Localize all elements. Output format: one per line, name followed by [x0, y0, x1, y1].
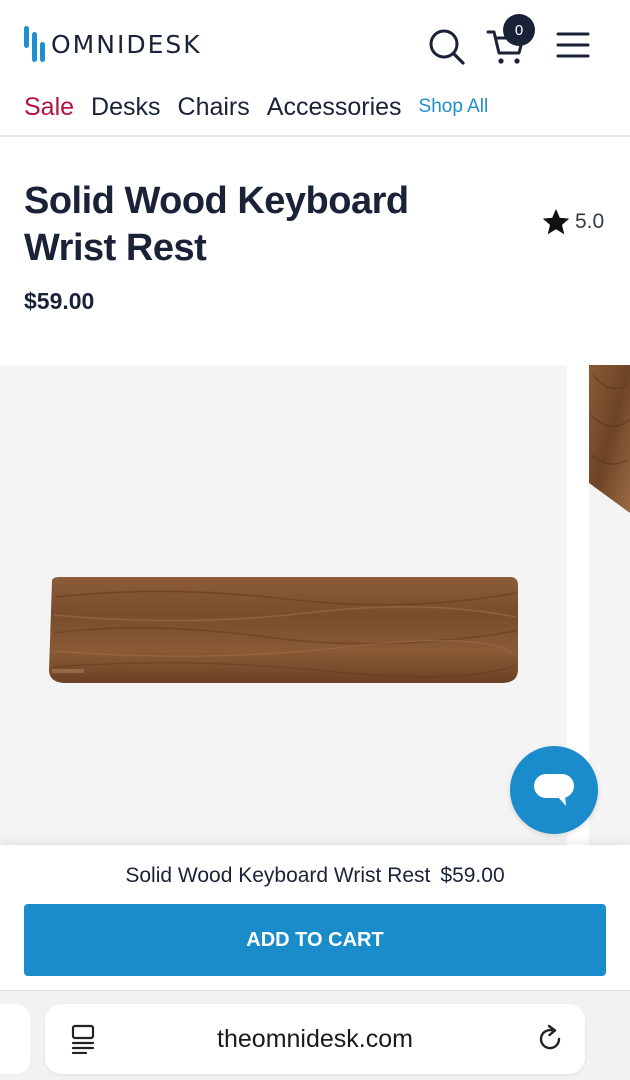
chat-bubble-icon [534, 774, 574, 806]
logo-text: OMNIDESK [51, 29, 202, 59]
omnidesk-logo[interactable]: OMNIDESK [24, 26, 202, 62]
logo-mark-icon [24, 26, 45, 62]
nav-shop-all[interactable]: Shop All [419, 96, 489, 118]
wrist-rest-product-image [49, 577, 518, 683]
category-nav: Sale Desks Chairs Accessories Shop All [24, 88, 488, 126]
reload-icon[interactable] [535, 1024, 565, 1054]
sticky-product-summary: Solid Wood Keyboard Wrist Rest $59.00 [0, 864, 630, 888]
rating-value: 5.0 [575, 210, 605, 233]
search-icon [429, 29, 465, 65]
nav-accessories[interactable]: Accessories [267, 93, 402, 122]
add-to-cart-button[interactable]: ADD TO CART [24, 904, 606, 976]
nav-sale[interactable]: Sale [24, 93, 74, 122]
sticky-product-name: Solid Wood Keyboard Wrist Rest [125, 864, 431, 887]
url-text: theomnidesk.com [217, 1024, 413, 1053]
site-header: OMNIDESK 0 [0, 0, 630, 90]
nav-desks[interactable]: Desks [91, 93, 160, 122]
sticky-add-to-cart-bar: Solid Wood Keyboard Wrist Rest $59.00 ADD… [0, 845, 630, 992]
address-bar[interactable]: theomnidesk.com [45, 1004, 585, 1074]
product-title: Solid Wood Keyboard Wrist Rest [24, 180, 409, 269]
nav-chairs[interactable]: Chairs [178, 93, 250, 122]
chat-button[interactable] [510, 746, 598, 834]
next-slide-product-image [589, 365, 630, 513]
search-button[interactable] [426, 26, 468, 68]
cart-count-badge: 0 [503, 14, 535, 46]
star-icon [542, 208, 570, 235]
menu-button[interactable] [553, 26, 593, 64]
sticky-product-price: $59.00 [440, 864, 505, 887]
product-rating[interactable]: 5.0 [541, 207, 604, 237]
header-divider [0, 135, 630, 137]
previous-tab[interactable] [0, 1004, 30, 1074]
browser-toolbar: theomnidesk.com [0, 990, 630, 1080]
hamburger-menu-icon [556, 32, 590, 58]
product-price: $59.00 [24, 288, 95, 314]
